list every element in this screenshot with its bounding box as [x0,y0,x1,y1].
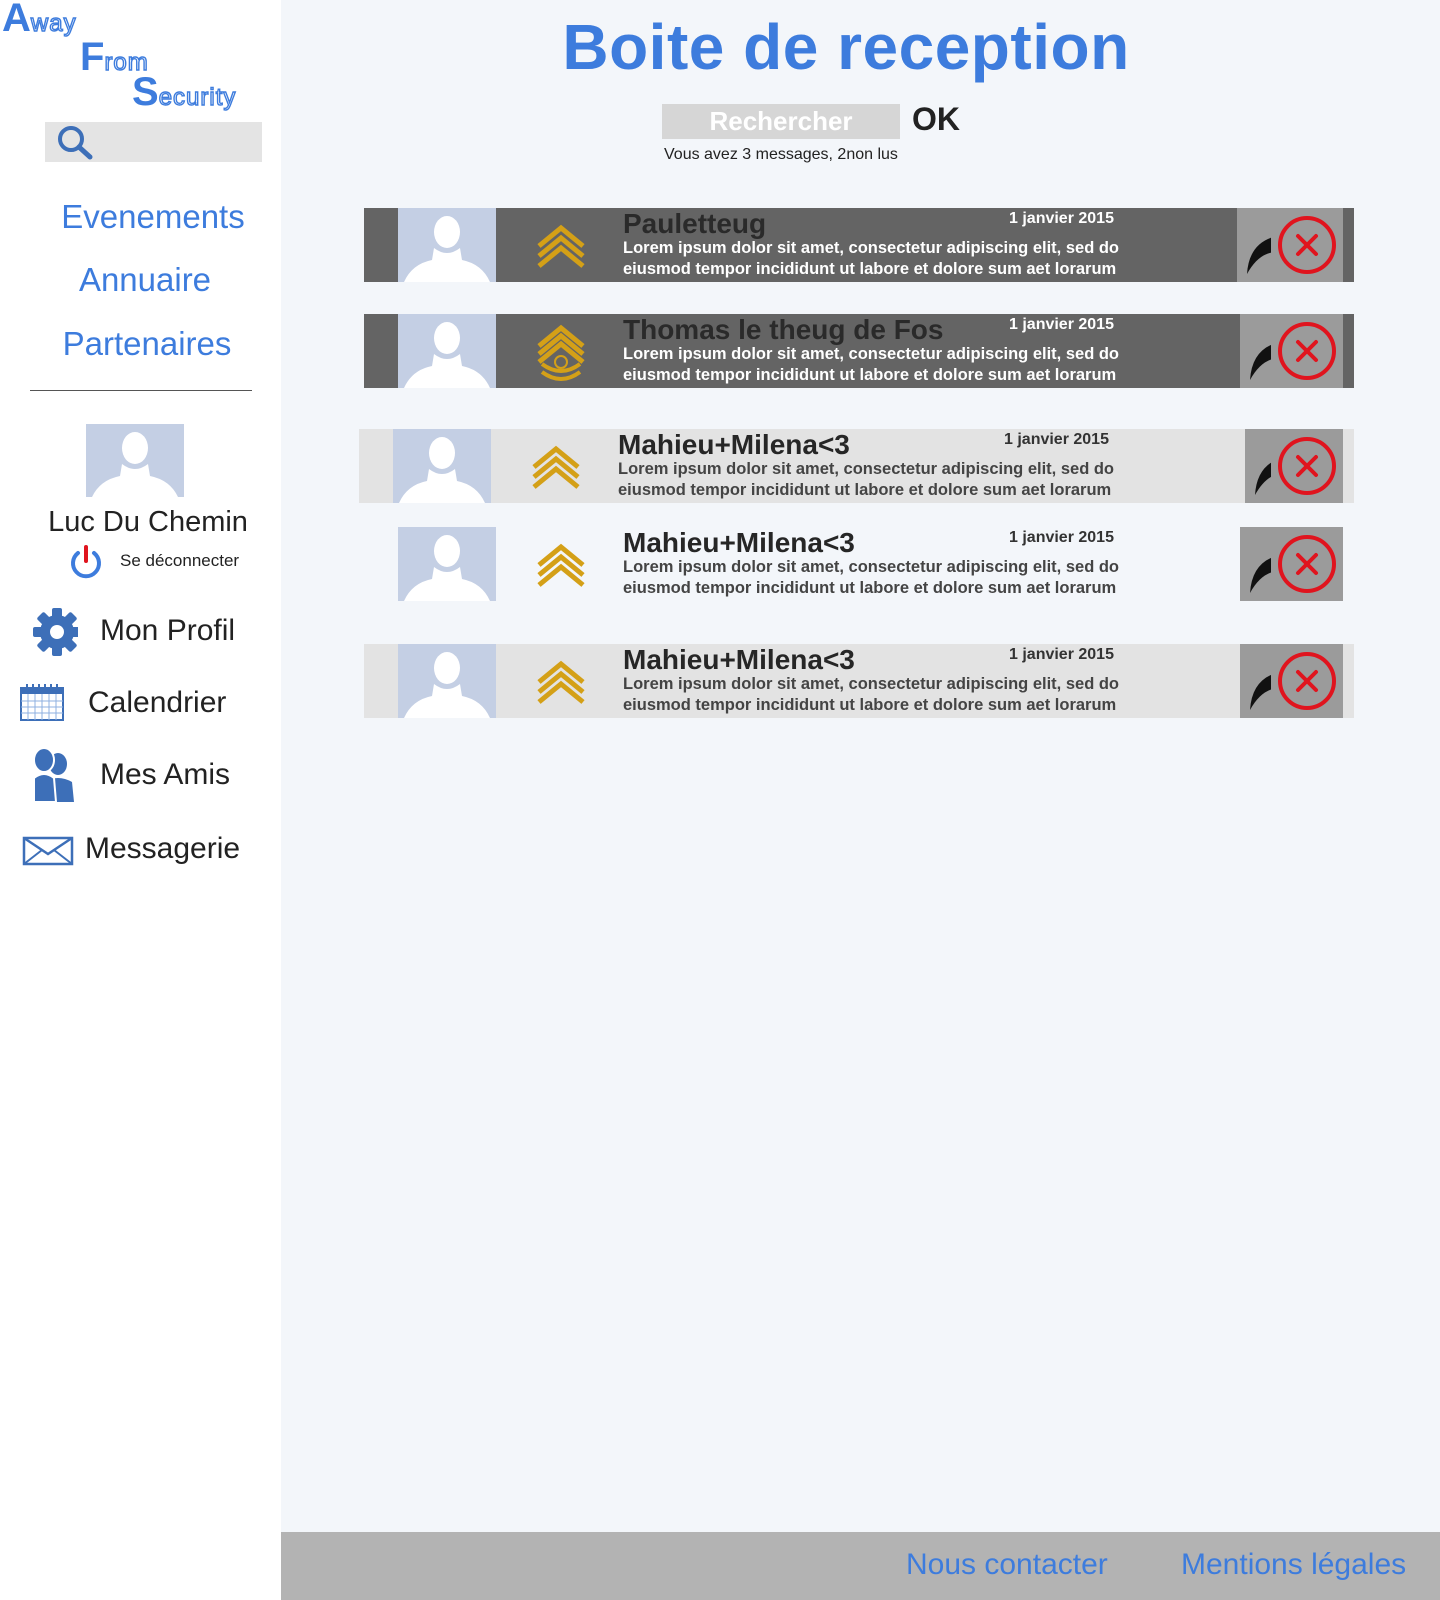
message-sender: Thomas le theug de Fos [623,314,944,345]
envelope-icon [22,836,74,866]
message-sender: Pauletteug [623,208,767,239]
menu-item-messagerie[interactable]: Messagerie [18,822,278,878]
delete-button[interactable] [1271,208,1343,282]
message-preview: Lorem ipsum dolor sit amet, consectetur … [623,345,1120,384]
sergeant-major-icon [536,318,586,384]
close-circle-icon [1278,652,1336,710]
gear-icon [33,608,78,656]
search-icon[interactable] [55,124,95,160]
message-sender: Mahieu+Milena<3 [623,644,855,675]
close-circle-icon [1278,437,1336,495]
avatar-silhouette-icon [404,216,490,282]
avatar-silhouette-icon [404,535,490,601]
footer: Nous contacter Mentions légales [281,1532,1440,1600]
message-preview: Lorem ipsum dolor sit amet, consectetur … [618,460,1115,499]
message-count-status: Vous avez 3 messages, 2non lus [664,146,898,163]
friends-icon [33,748,74,803]
menu-item-mes-amis[interactable]: Mes Amis [18,748,278,804]
calendar-icon [20,684,64,721]
sender-avatar[interactable] [398,208,496,282]
close-circle-icon [1278,322,1336,380]
message-date: 1 janvier 2015 [1009,529,1114,546]
message-date: 1 janvier 2015 [1009,210,1114,227]
close-circle-icon [1278,216,1336,274]
nav-link-partenaires[interactable]: Partenaires [2,325,292,363]
menu-item-label: Messagerie [85,832,241,865]
close-circle-icon [1278,535,1336,593]
sergeant-chevron-icon [536,648,586,714]
avatar-silhouette-icon [404,652,490,718]
delete-button[interactable] [1271,314,1343,388]
power-icon[interactable] [68,544,104,580]
menu-item-label: Mon Profil [100,614,236,647]
avatar-silhouette-icon [399,437,485,503]
menu-item-calendrier[interactable]: Calendrier [18,676,278,732]
sergeant-chevron-icon [536,531,586,597]
menu-item-label: Calendrier [88,686,227,719]
search-input[interactable] [662,104,900,139]
sergeant-chevron-icon [531,433,581,499]
message-date: 1 janvier 2015 [1004,431,1109,448]
avatar-silhouette-icon [92,432,178,497]
sidebar-search-input[interactable] [45,122,262,162]
delete-button[interactable] [1271,429,1343,503]
message-date: 1 janvier 2015 [1009,646,1114,663]
message-preview: Lorem ipsum dolor sit amet, consectetur … [623,675,1120,714]
menu-item-label: Mes Amis [100,758,231,791]
logout-link[interactable]: Se déconnecter [120,551,239,571]
message-row[interactable]: Thomas le theug de Fos 1 janvier 2015 Lore… [364,314,1359,388]
message-sender: Mahieu+Milena<3 [623,527,855,558]
avatar-silhouette-icon [404,322,490,388]
sender-avatar[interactable] [398,314,496,388]
footer-link-contact[interactable]: Nous contacter [906,1548,1108,1582]
sidebar: Away From Security Evenements Annuaire P… [0,0,281,1600]
main-content: Boite de reception OK Vous avez 3 messag… [281,0,1440,1600]
sender-avatar[interactable] [398,527,496,601]
nav-link-evenements[interactable]: Evenements [8,198,298,236]
message-row[interactable]: Mahieu+Milena<3 1 janvier 2015 Lorem ipsum… [359,429,1354,503]
sidebar-divider [30,390,252,391]
search-ok-button[interactable]: OK [912,101,960,138]
logo-line-security: Security [132,70,237,114]
sender-avatar[interactable] [398,644,496,718]
delete-button[interactable] [1271,527,1343,601]
message-date: 1 janvier 2015 [1009,316,1114,333]
sergeant-chevron-icon [536,212,586,278]
app-logo[interactable]: Away From Security [0,0,281,115]
message-row[interactable]: Mahieu+Milena<3 1 janvier 2015 Lorem ipsum… [364,527,1359,601]
user-avatar[interactable] [86,424,184,497]
logo-line-away: Away [2,0,77,40]
message-sender: Mahieu+Milena<3 [618,429,850,460]
menu-item-mon-profil[interactable]: Mon Profil [18,604,278,660]
sender-avatar[interactable] [393,429,491,503]
footer-link-legal[interactable]: Mentions légales [1181,1548,1406,1582]
message-preview: Lorem ipsum dolor sit amet, consectetur … [623,558,1120,597]
page-title: Boite de reception [562,11,1130,83]
nav-link-annuaire[interactable]: Annuaire [0,261,290,299]
message-row[interactable]: Pauletteug 1 janvier 2015 Lorem ipsum dolo… [364,208,1359,282]
user-name: Luc Du Chemin [48,506,248,538]
delete-button[interactable] [1271,644,1343,718]
message-row[interactable]: Mahieu+Milena<3 1 janvier 2015 Lorem ipsum… [364,644,1359,718]
message-preview: Lorem ipsum dolor sit amet, consectetur … [623,239,1120,278]
